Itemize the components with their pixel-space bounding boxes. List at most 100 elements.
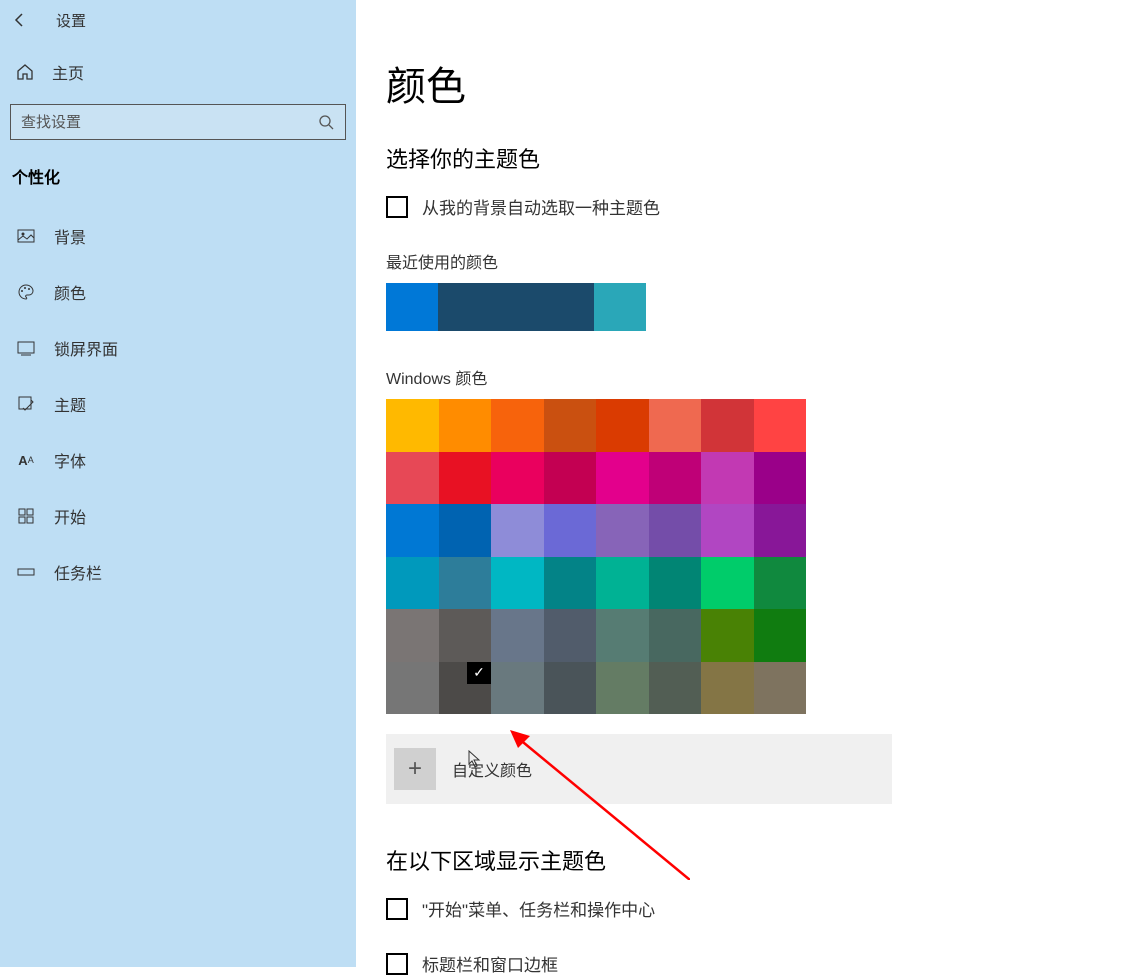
taskbar-icon	[16, 562, 36, 582]
color-swatch[interactable]	[649, 662, 702, 715]
recent-color-swatch[interactable]	[542, 283, 594, 331]
color-swatch[interactable]	[491, 609, 544, 662]
color-swatch[interactable]	[649, 504, 702, 557]
plus-icon: +	[394, 748, 436, 790]
back-button[interactable]	[8, 8, 32, 32]
color-swatch[interactable]	[701, 662, 754, 715]
lockscreen-icon	[16, 338, 36, 358]
color-swatch[interactable]	[439, 399, 492, 452]
color-swatch[interactable]	[596, 452, 649, 505]
search-input-container[interactable]	[10, 104, 346, 140]
color-swatch[interactable]	[649, 557, 702, 610]
color-swatch[interactable]	[439, 609, 492, 662]
color-swatch[interactable]	[491, 452, 544, 505]
color-swatch[interactable]	[596, 662, 649, 715]
color-swatch[interactable]	[596, 399, 649, 452]
color-swatch[interactable]	[491, 399, 544, 452]
color-swatch[interactable]	[649, 452, 702, 505]
color-swatch[interactable]	[701, 399, 754, 452]
show-accent-heading: 在以下区域显示主题色	[386, 844, 1129, 876]
color-swatch[interactable]	[386, 557, 439, 610]
recent-color-swatch[interactable]	[438, 283, 490, 331]
sidebar-item-lockscreen[interactable]: 锁屏界面	[0, 320, 356, 376]
custom-color-label: 自定义颜色	[452, 757, 532, 781]
color-swatch[interactable]	[386, 609, 439, 662]
windows-colors-label: Windows 颜色	[386, 365, 1129, 389]
sidebar-item-fonts[interactable]: AA 字体	[0, 432, 356, 488]
checkbox-icon	[386, 196, 408, 218]
color-swatch[interactable]	[754, 399, 807, 452]
auto-pick-label: 从我的背景自动选取一种主题色	[422, 194, 660, 219]
sidebar-item-start[interactable]: 开始	[0, 488, 356, 544]
color-swatch[interactable]	[491, 662, 544, 715]
sidebar-item-taskbar[interactable]: 任务栏	[0, 544, 356, 600]
search-input[interactable]	[21, 114, 317, 131]
sidebar-item-label: 颜色	[54, 280, 86, 304]
color-swatch[interactable]	[386, 399, 439, 452]
start-icon	[16, 506, 36, 526]
color-swatch[interactable]	[701, 557, 754, 610]
custom-color-button[interactable]: + 自定义颜色	[386, 734, 892, 804]
color-swatch[interactable]	[701, 452, 754, 505]
search-icon	[317, 113, 335, 131]
color-swatch[interactable]	[439, 504, 492, 557]
home-link[interactable]: 主页	[0, 40, 356, 104]
show-start-label: "开始"菜单、任务栏和操作中心	[422, 896, 655, 921]
show-title-checkbox-row[interactable]: 标题栏和窗口边框	[386, 951, 1129, 976]
sidebar-item-label: 主题	[54, 392, 86, 416]
color-swatch[interactable]	[386, 662, 439, 715]
color-swatch[interactable]	[439, 452, 492, 505]
color-swatch[interactable]	[701, 504, 754, 557]
accent-heading: 选择你的主题色	[386, 142, 1129, 174]
page-title: 颜色	[386, 54, 1129, 112]
recent-color-swatch[interactable]	[386, 283, 438, 331]
sidebar-item-label: 锁屏界面	[54, 336, 118, 360]
recent-color-swatch[interactable]	[490, 283, 542, 331]
color-swatch[interactable]	[491, 557, 544, 610]
category-title: 个性化	[0, 164, 356, 208]
checkbox-icon	[386, 953, 408, 975]
color-swatch[interactable]	[491, 504, 544, 557]
checkmark-icon: ✓	[467, 662, 491, 684]
sidebar-item-colors[interactable]: 颜色	[0, 264, 356, 320]
color-swatch[interactable]	[649, 399, 702, 452]
color-swatch[interactable]	[439, 557, 492, 610]
color-swatch[interactable]	[596, 609, 649, 662]
palette-icon	[16, 282, 36, 302]
color-swatch[interactable]	[701, 609, 754, 662]
color-swatch[interactable]	[596, 504, 649, 557]
show-start-checkbox-row[interactable]: "开始"菜单、任务栏和操作中心	[386, 896, 1129, 921]
color-swatch[interactable]	[754, 504, 807, 557]
color-swatch[interactable]	[544, 452, 597, 505]
recent-colors-row	[386, 283, 1129, 331]
color-swatch[interactable]	[754, 452, 807, 505]
color-swatch[interactable]	[386, 504, 439, 557]
color-swatch[interactable]	[754, 609, 807, 662]
home-icon	[16, 63, 34, 81]
sidebar-item-label: 开始	[54, 504, 86, 528]
color-swatch[interactable]: ✓	[439, 662, 492, 715]
sidebar-item-themes[interactable]: 主题	[0, 376, 356, 432]
sidebar-item-label: 字体	[54, 448, 86, 472]
sidebar-item-label: 任务栏	[54, 560, 102, 584]
auto-pick-checkbox-row[interactable]: 从我的背景自动选取一种主题色	[386, 194, 1129, 219]
checkbox-icon	[386, 898, 408, 920]
color-swatch[interactable]	[544, 557, 597, 610]
color-swatch[interactable]	[649, 609, 702, 662]
color-swatch[interactable]	[596, 557, 649, 610]
home-label: 主页	[52, 60, 84, 84]
sidebar-item-background[interactable]: 背景	[0, 208, 356, 264]
themes-icon	[16, 394, 36, 414]
font-icon: AA	[16, 450, 36, 470]
picture-icon	[16, 226, 36, 246]
recent-colors-label: 最近使用的颜色	[386, 249, 1129, 273]
color-swatch[interactable]	[544, 504, 597, 557]
color-swatch[interactable]	[754, 662, 807, 715]
show-title-label: 标题栏和窗口边框	[422, 951, 558, 976]
color-swatch[interactable]	[386, 452, 439, 505]
recent-color-swatch[interactable]	[594, 283, 646, 331]
color-swatch[interactable]	[544, 609, 597, 662]
color-swatch[interactable]	[544, 399, 597, 452]
color-swatch[interactable]	[754, 557, 807, 610]
color-swatch[interactable]	[544, 662, 597, 715]
